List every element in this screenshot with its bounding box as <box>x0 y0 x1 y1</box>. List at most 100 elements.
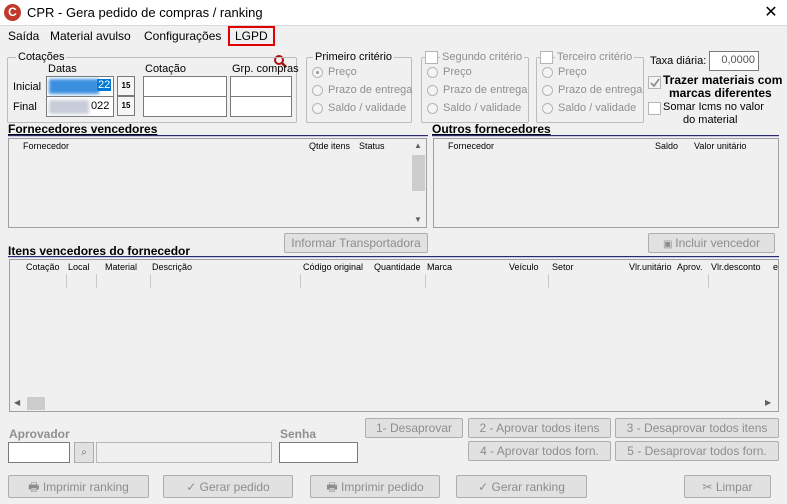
printer-icon: 🖶 <box>28 480 43 494</box>
informar-transportadora-button[interactable]: Informar Transportadora <box>284 233 428 253</box>
grp-inicial-input[interactable] <box>230 76 292 97</box>
menu-material-avulso[interactable]: Material avulso <box>46 28 135 44</box>
incluir-vencedor-button[interactable]: ▣ Incluir vencedor <box>648 233 775 253</box>
somar-label-line2: do material <box>683 114 738 126</box>
gerar-pedido-button[interactable]: ✓ Gerar pedido <box>163 475 293 498</box>
radio-saldo-2[interactable] <box>427 103 438 114</box>
segundo-criterio-label: Segundo critério <box>440 51 525 63</box>
radio-prazo-3[interactable] <box>542 85 553 96</box>
scroll-right-icon[interactable]: ▶ <box>765 398 771 407</box>
aprovar-todos-itens-button[interactable]: 2 - Aprovar todos itens <box>468 418 611 438</box>
menu-configuracoes[interactable]: Configurações <box>140 28 225 44</box>
scroll-left-icon[interactable]: ◀ <box>14 398 20 407</box>
imprimir-ranking-label: Imprimir ranking <box>42 480 129 494</box>
radio-prazo-1[interactable] <box>312 85 323 96</box>
final-label: Final <box>13 101 37 113</box>
outros-fornecedores-grid[interactable]: Fornecedor Saldo Valor unitário <box>433 138 779 228</box>
col-vlr-unitario: Vlr.unitário <box>629 262 672 272</box>
terceiro-criterio-checkbox[interactable] <box>540 51 553 64</box>
col-sep <box>96 274 97 288</box>
radio-saldo-3[interactable] <box>542 103 553 114</box>
scroll-down-icon[interactable]: ▼ <box>414 215 422 224</box>
checkmark-icon: ✓ <box>478 480 492 494</box>
menu-saida[interactable]: Saída <box>4 28 43 44</box>
opt-preco-3: Preço <box>558 66 587 78</box>
radio-prazo-2[interactable] <box>427 85 438 96</box>
checkmark-icon: ✓ <box>186 480 200 494</box>
printer-icon: 🖶 <box>326 480 341 494</box>
col-setor: Setor <box>552 262 574 272</box>
somar-icms-checkbox[interactable] <box>648 102 661 115</box>
radio-saldo-1[interactable] <box>312 103 323 114</box>
aprovar-todos-forn-button[interactable]: 4 - Aprovar todos forn. <box>468 441 611 461</box>
divider <box>8 135 428 137</box>
aprovador-name-field <box>96 442 272 463</box>
taxa-diaria-input[interactable]: 0,0000 <box>709 51 759 71</box>
terceiro-criterio-label: Terceiro critério <box>555 51 635 63</box>
radio-preco-1[interactable] <box>312 67 323 78</box>
col-descricao: Descrição <box>152 262 193 272</box>
divider <box>8 256 779 258</box>
col-marca: Marca <box>427 262 453 272</box>
scroll-thumb[interactable] <box>27 397 45 410</box>
grp-compras-label: Grp. compras <box>232 63 299 75</box>
calendar-icon[interactable]: 15 <box>117 96 135 116</box>
aprovador-label: Aprovador <box>9 427 70 441</box>
calendar-icon[interactable]: 15 <box>117 76 135 96</box>
trazer-checkbox[interactable] <box>648 76 661 89</box>
window-title: CPR - Gera pedido de compras / ranking <box>27 5 263 20</box>
vertical-scrollbar[interactable]: ▲ ▼ <box>411 139 426 227</box>
scroll-thumb[interactable] <box>412 155 425 191</box>
datas-label: Datas <box>48 63 77 75</box>
primeiro-criterio-label: Primeiro critério <box>313 51 395 63</box>
segundo-criterio-checkbox[interactable] <box>425 51 438 64</box>
gerar-ranking-button[interactable]: ✓ Gerar ranking <box>456 475 587 498</box>
gerar-pedido-label: Gerar pedido <box>199 480 270 494</box>
opt-preco-2: Preço <box>443 66 472 78</box>
itens-grid[interactable]: Cotação Local Material Descrição Código … <box>9 259 779 412</box>
divider <box>432 135 779 137</box>
col-sep <box>300 274 301 288</box>
taxa-diaria-label: Taxa diária: <box>650 55 707 67</box>
imprimir-ranking-button[interactable]: 🖶 Imprimir ranking <box>8 475 149 498</box>
opt-saldo-3: Saldo / validade <box>558 102 637 114</box>
col-codigo-original: Código original <box>303 262 364 272</box>
data-final-suffix: 022 <box>91 100 110 112</box>
imprimir-pedido-label: Imprimir pedido <box>340 480 424 494</box>
inicial-label: Inicial <box>13 81 42 93</box>
app-icon: C <box>4 4 21 21</box>
col-veiculo: Veículo <box>509 262 539 272</box>
desaprovar-todos-itens-button[interactable]: 3 - Desaprovar todos itens <box>615 418 779 438</box>
col-status: Status <box>359 141 385 151</box>
col-valor-unitario: Valor unitário <box>694 141 747 151</box>
close-icon[interactable]: ✕ <box>757 1 785 25</box>
menu-bar: Saída Material avulso Configurações LGPD <box>0 26 787 68</box>
cotacao-final-input[interactable] <box>143 96 227 117</box>
data-inicial-input[interactable]: 22 <box>46 76 114 97</box>
senha-input[interactable] <box>279 442 358 463</box>
desaprovar-button[interactable]: 1- Desaprovar <box>365 418 463 438</box>
radio-preco-2[interactable] <box>427 67 438 78</box>
somar-label-line1: Somar Icms no valor <box>663 101 764 113</box>
col-sep <box>66 274 67 288</box>
col-fornecedor: Fornecedor <box>23 141 70 151</box>
binoculars-icon[interactable]: ⌕ <box>74 442 94 463</box>
scroll-up-icon[interactable]: ▲ <box>414 141 422 150</box>
horizontal-scrollbar[interactable]: ◀ ▶ <box>10 396 778 411</box>
aprovador-code-input[interactable] <box>8 442 70 463</box>
imprimir-pedido-button[interactable]: 🖶 Imprimir pedido <box>310 475 440 498</box>
data-final-input[interactable]: 022 <box>46 96 114 117</box>
desaprovar-todos-forn-button[interactable]: 5 - Desaprovar todos forn. <box>615 441 779 461</box>
grp-final-input[interactable] <box>230 96 292 117</box>
menu-lgpd[interactable]: LGPD <box>228 26 275 46</box>
somar-icms-label: Somar Icms no valor do material <box>663 101 764 127</box>
limpar-label: Limpar <box>715 480 753 494</box>
opt-prazo-1: Prazo de entrega <box>328 84 413 96</box>
fornecedores-vencedores-grid[interactable]: Fornecedor Qtde itens Status ▲ ▼ <box>8 138 427 228</box>
data-inicial-suffix: 22 <box>97 79 112 91</box>
redacted-date <box>49 79 99 94</box>
cotacao-inicial-input[interactable] <box>143 76 227 97</box>
cotacao-col-label: Cotação <box>145 63 186 75</box>
radio-preco-3[interactable] <box>542 67 553 78</box>
limpar-button[interactable]: ✂ Limpar <box>684 475 771 498</box>
